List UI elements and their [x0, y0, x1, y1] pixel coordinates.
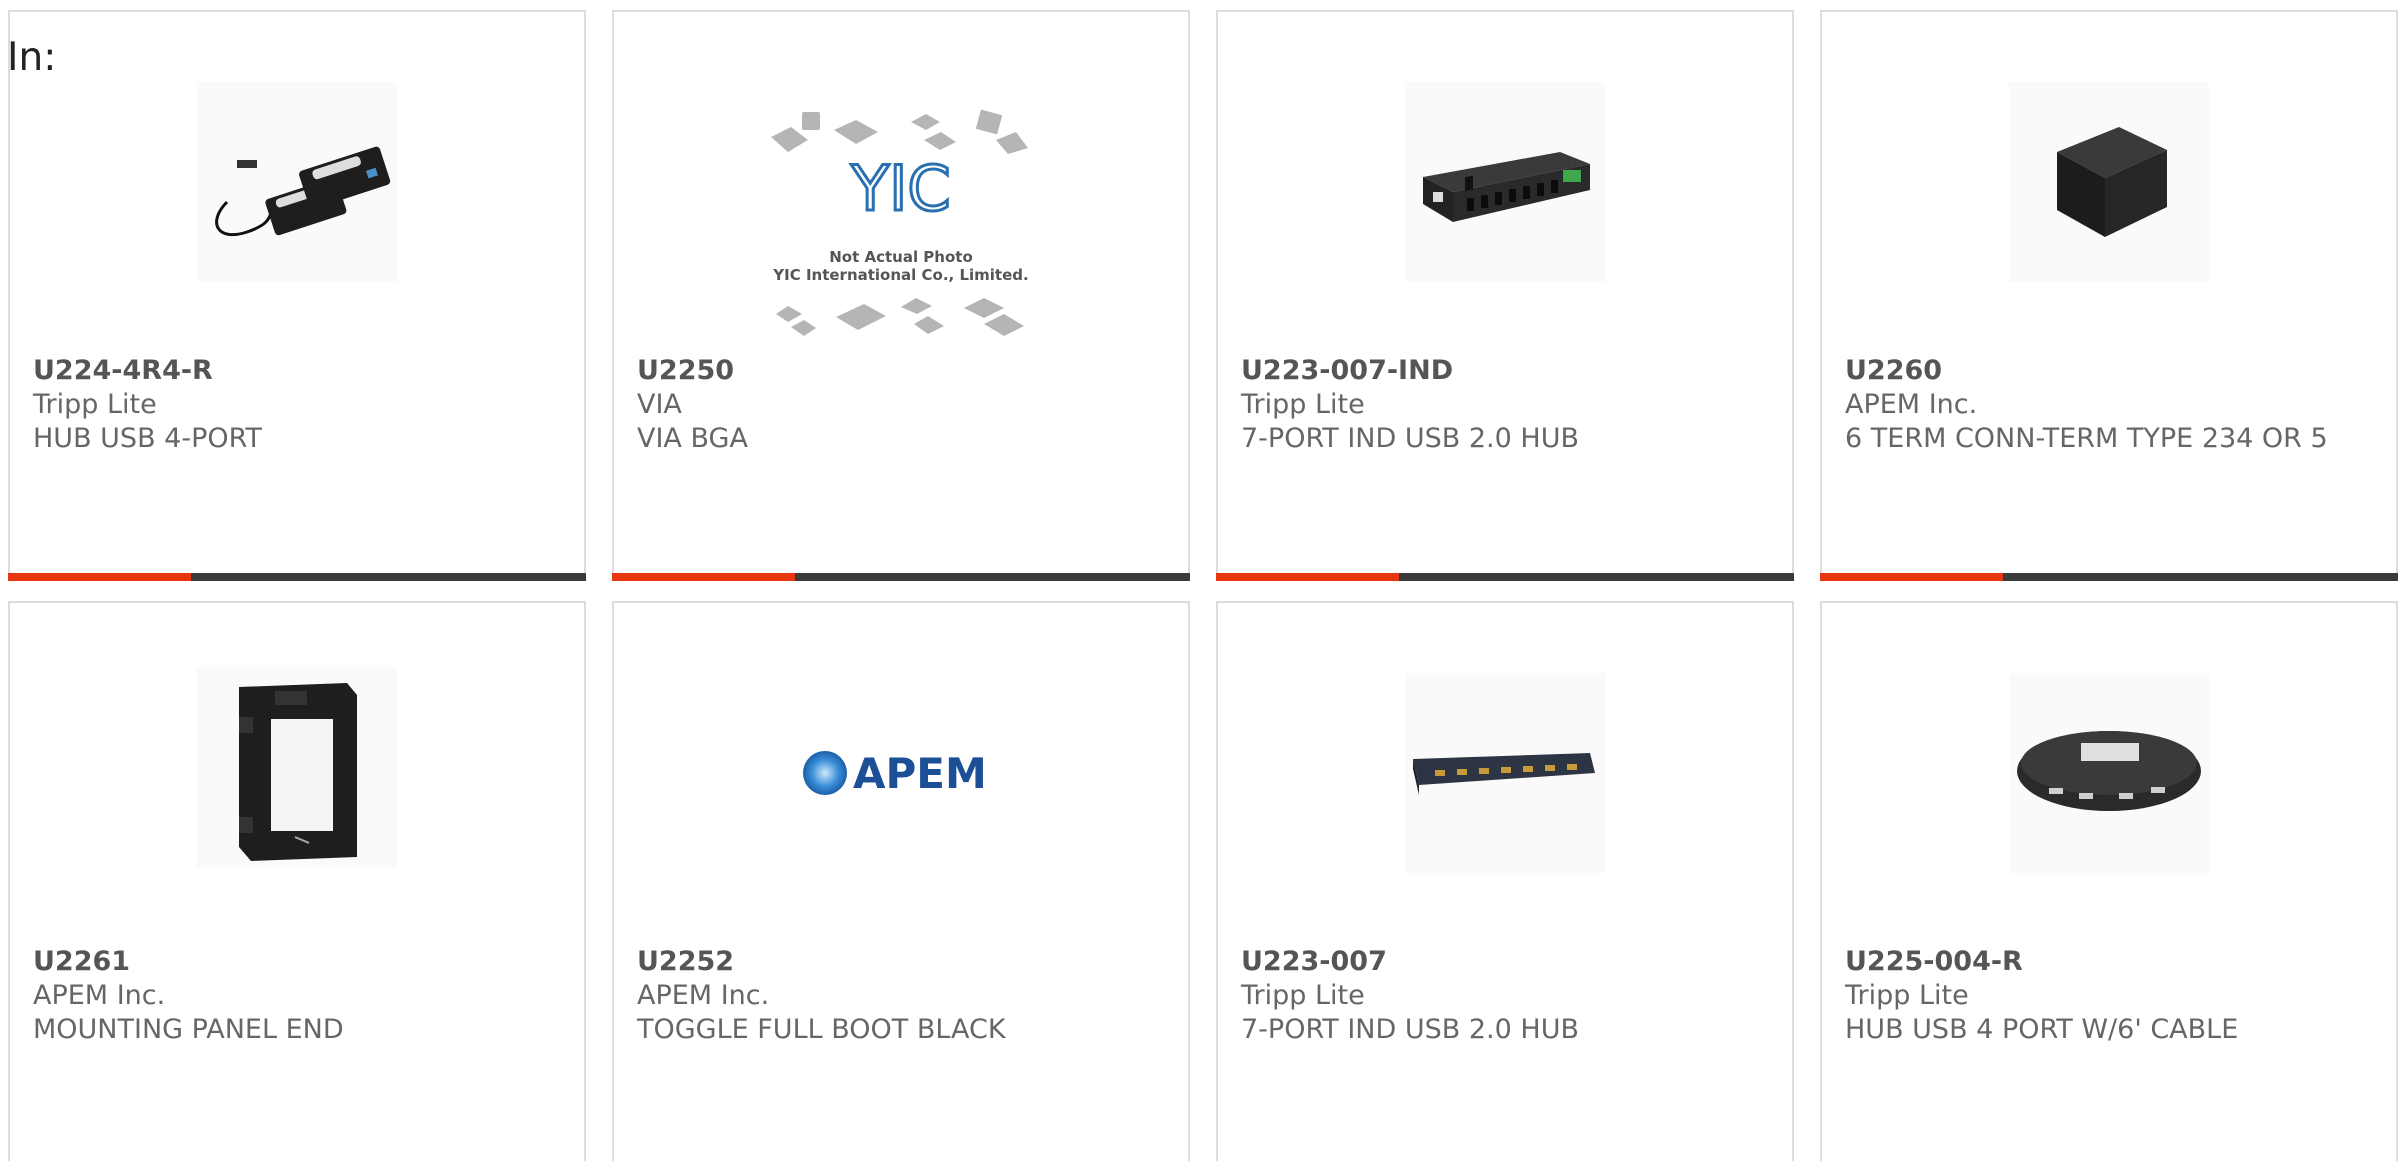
product-card[interactable]: U225-004-R Tripp Lite HUB USB 4 PORT W/6… [1820, 601, 2398, 1161]
manufacturer: APEM Inc. [33, 980, 166, 1011]
placeholder-line1: Not Actual Photo [829, 248, 973, 266]
manufacturer: APEM Inc. [637, 980, 770, 1011]
product-card[interactable]: U224-4R4-R Tripp Lite HUB USB 4-PORT [8, 10, 586, 581]
yic-logo-text: YIC [850, 152, 950, 225]
part-number[interactable]: U225-004-R [1845, 945, 2366, 979]
card-footer-bar [1820, 573, 2398, 581]
card-accent-bar [1820, 573, 2003, 581]
description: TOGGLE FULL BOOT BLACK [637, 1014, 1006, 1045]
product-info: U223-007 Tripp Lite 7-PORT IND USB 2.0 H… [1241, 945, 1762, 1047]
part-number[interactable]: U224-4R4-R [33, 354, 554, 388]
usb-hub-strip-icon[interactable] [1405, 673, 1605, 873]
description: 7-PORT IND USB 2.0 HUB [1241, 1014, 1579, 1045]
apem-logo-text: APEM [853, 749, 987, 798]
card-footer-bar [8, 573, 586, 581]
product-card[interactable]: U223-007-IND Tripp Lite 7-PORT IND USB 2… [1216, 10, 1794, 581]
product-info: U2260 APEM Inc. 6 TERM CONN-TERM TYPE 23… [1845, 354, 2366, 456]
part-number[interactable]: U223-007 [1241, 945, 1762, 979]
card-footer-bar [1216, 573, 1794, 581]
manufacturer: Tripp Lite [33, 389, 157, 420]
product-listing-page: In: U224-4R4-R Tripp Lite HUB USB 4-PORT… [0, 0, 2400, 1161]
manufacturer: APEM Inc. [1845, 389, 1978, 420]
placeholder-photo-icon[interactable]: YIC Not Actual Photo YIC International C… [766, 92, 1036, 362]
product-info: U2250 VIA VIA BGA [637, 354, 1158, 456]
description: 7-PORT IND USB 2.0 HUB [1241, 423, 1579, 454]
apem-logo-icon[interactable]: APEM [801, 673, 1001, 873]
product-info: U2252 APEM Inc. TOGGLE FULL BOOT BLACK [637, 945, 1158, 1047]
product-card[interactable]: U2260 APEM Inc. 6 TERM CONN-TERM TYPE 23… [1820, 10, 2398, 581]
part-number[interactable]: U2252 [637, 945, 1158, 979]
manufacturer: Tripp Lite [1241, 389, 1365, 420]
card-footer-bar [612, 573, 1190, 581]
product-info: U223-007-IND Tripp Lite 7-PORT IND USB 2… [1241, 354, 1762, 456]
description: VIA BGA [637, 423, 748, 454]
description: 6 TERM CONN-TERM TYPE 234 OR 5 [1845, 423, 2328, 454]
usb-hub-4port-icon[interactable] [2009, 673, 2209, 873]
manufacturer: Tripp Lite [1845, 980, 1969, 1011]
manufacturer: Tripp Lite [1241, 980, 1365, 1011]
description: HUB USB 4 PORT W/6' CABLE [1845, 1014, 2239, 1045]
part-number[interactable]: U2260 [1845, 354, 2366, 388]
card-accent-bar [612, 573, 795, 581]
mounting-panel-icon[interactable] [197, 667, 397, 867]
terminal-block-icon[interactable] [2009, 82, 2209, 282]
product-card[interactable]: APEM U2252 APEM Inc. TOGGLE FULL BOOT BL… [612, 601, 1190, 1161]
usb-hub-icon[interactable] [1405, 82, 1605, 282]
product-card[interactable]: U223-007 Tripp Lite 7-PORT IND USB 2.0 H… [1216, 601, 1794, 1161]
part-number[interactable]: U2250 [637, 354, 1158, 388]
card-accent-bar [1216, 573, 1399, 581]
product-grid: U224-4R4-R Tripp Lite HUB USB 4-PORT YIC… [8, 10, 2400, 1161]
description: HUB USB 4-PORT [33, 423, 262, 454]
product-info: U2261 APEM Inc. MOUNTING PANEL END [33, 945, 554, 1047]
product-card[interactable]: YIC Not Actual Photo YIC International C… [612, 10, 1190, 581]
manufacturer: VIA [637, 389, 682, 420]
part-number[interactable]: U223-007-IND [1241, 354, 1762, 388]
product-info: U224-4R4-R Tripp Lite HUB USB 4-PORT [33, 354, 554, 456]
description: MOUNTING PANEL END [33, 1014, 344, 1045]
product-card[interactable]: U2261 APEM Inc. MOUNTING PANEL END [8, 601, 586, 1161]
filter-label: In: [7, 35, 57, 80]
card-accent-bar [8, 573, 191, 581]
usb-extender-icon[interactable] [197, 82, 397, 282]
placeholder-line2: YIC International Co., Limited. [772, 266, 1028, 284]
product-info: U225-004-R Tripp Lite HUB USB 4 PORT W/6… [1845, 945, 2366, 1047]
part-number[interactable]: U2261 [33, 945, 554, 979]
